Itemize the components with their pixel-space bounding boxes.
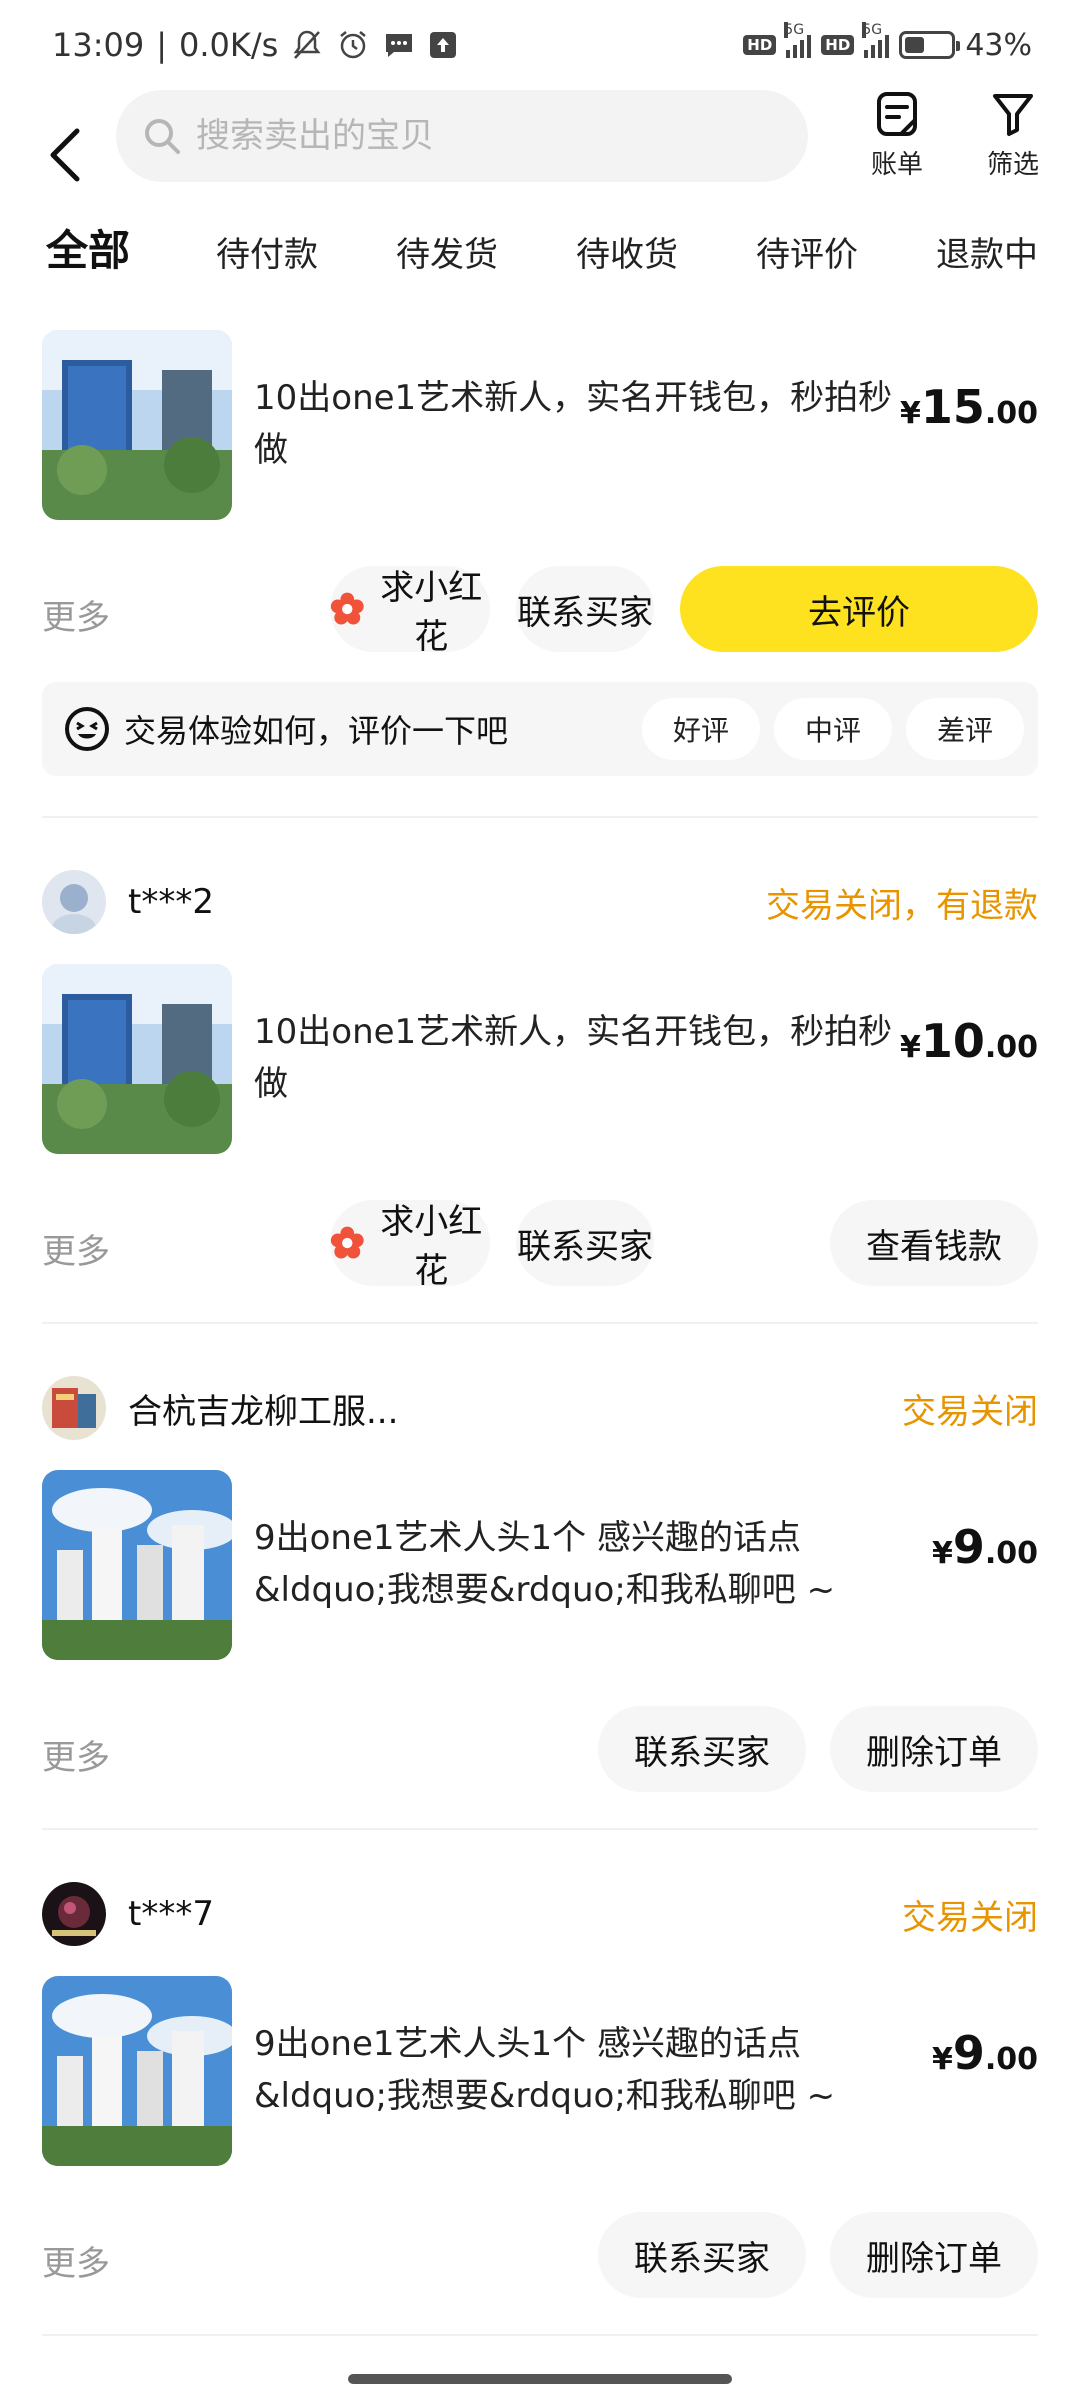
signal-icon: 5G [862, 22, 890, 58]
item-price: ¥9.00 [931, 2026, 1038, 2080]
back-button[interactable] [40, 110, 90, 200]
seller-row[interactable]: 合杭吉龙柳工服... 交易关闭 [42, 1376, 1038, 1440]
battery-percent: 43% [965, 27, 1032, 63]
status-separator: | [156, 26, 167, 64]
seller-name: t***2 [128, 882, 214, 922]
order-item[interactable]: 9出one1艺术人头1个 感兴趣的话点&ldquo;我想要&rdquo;和我私聊… [42, 1976, 1038, 2166]
product-thumbnail [42, 964, 232, 1154]
signal-icon: 5G [784, 22, 812, 58]
filter-icon [993, 94, 1033, 136]
tab-all[interactable]: 全部 [44, 217, 133, 278]
avatar [42, 1376, 106, 1440]
search-icon [145, 119, 180, 154]
order-divider [42, 1828, 1038, 1830]
header: 账单 筛选 [0, 90, 1080, 220]
more-button[interactable]: 更多 [42, 2236, 110, 2285]
item-title: 9出one1艺术人头1个 感兴趣的话点&ldquo;我想要&rdquo;和我私聊… [254, 1518, 836, 1610]
order-status: 交易关闭 [902, 1391, 1038, 1432]
filter-label: 筛选 [986, 150, 1039, 180]
review-neutral-button[interactable]: 中评 [774, 698, 892, 760]
network-speed: 0.0K/s [179, 26, 279, 64]
order-tabs: 全部 待付款 待发货 待收货 待评价 退款中 [0, 205, 1080, 295]
order-divider [42, 816, 1038, 818]
order-status: 交易关闭，有退款 [766, 885, 1038, 926]
tab-pending-shipment[interactable]: 待发货 [396, 227, 498, 276]
alarm-icon [336, 28, 370, 62]
order-actions: 更多 求小红花 联系买家 查看钱款 [42, 1200, 1038, 1291]
status-bar: 13:09 | 0.0K/s HD 5G HD 5G 43% [0, 0, 1080, 90]
battery-icon [899, 31, 961, 59]
tab-refunding[interactable]: 退款中 [936, 227, 1038, 276]
order-item[interactable]: 10出one1艺术新人，实名开钱包，秒拍秒做 ¥15.00 [42, 330, 1038, 520]
item-title: 10出one1艺术新人，实名开钱包，秒拍秒做 [254, 1012, 893, 1104]
flower-icon [330, 592, 364, 625]
bill-icon [877, 92, 917, 136]
contact-buyer-button[interactable]: 联系买家 [516, 566, 654, 652]
hd-badge: HD [821, 35, 855, 55]
request-flower-button[interactable]: 求小红花 [330, 1200, 490, 1291]
avatar [42, 870, 106, 934]
order-actions: 更多 联系买家 删除订单 [42, 1706, 1038, 1792]
request-flower-button[interactable]: 求小红花 [330, 566, 490, 657]
home-indicator[interactable] [348, 2374, 732, 2384]
battery-fill [905, 37, 925, 53]
delete-order-button[interactable]: 删除订单 [830, 1706, 1038, 1792]
view-funds-button[interactable]: 查看钱款 [830, 1200, 1038, 1286]
review-prompt-bar: 交易体验如何，评价一下吧 好评 中评 差评 [42, 682, 1038, 776]
smiley-icon [65, 707, 109, 751]
item-title: 10出one1艺术新人，实名开钱包，秒拍秒做 [254, 378, 893, 470]
item-title: 9出one1艺术人头1个 感兴趣的话点&ldquo;我想要&rdquo;和我私聊… [254, 2024, 836, 2116]
go-review-button[interactable]: 去评价 [680, 566, 1038, 652]
button-label: 求小红花 [380, 1202, 483, 1291]
review-bad-button[interactable]: 差评 [906, 698, 1024, 760]
search-input[interactable] [196, 116, 756, 156]
product-thumbnail [42, 1976, 232, 2166]
more-button[interactable]: 更多 [42, 590, 110, 639]
product-thumbnail [42, 330, 232, 520]
item-price: ¥9.00 [931, 1520, 1038, 1574]
seller-name: t***7 [128, 1894, 214, 1934]
contact-buyer-button[interactable]: 联系买家 [516, 1200, 654, 1286]
delete-order-button[interactable]: 删除订单 [830, 2212, 1038, 2298]
search-bar[interactable] [116, 90, 808, 182]
item-price: ¥10.00 [899, 1014, 1038, 1068]
flower-icon [330, 1226, 364, 1259]
product-thumbnail [42, 1470, 232, 1660]
more-button[interactable]: 更多 [42, 1730, 110, 1779]
hd-badge: HD [743, 35, 777, 55]
tab-pending-payment[interactable]: 待付款 [216, 227, 318, 276]
bill-label: 账单 [870, 150, 923, 180]
tab-pending-receipt[interactable]: 待收货 [576, 227, 678, 276]
mute-icon [290, 28, 324, 62]
review-prompt-text: 交易体验如何，评价一下吧 [124, 712, 509, 750]
order-actions: 更多 求小红花 联系买家 去评价 [42, 566, 1038, 657]
order-divider [42, 1322, 1038, 1324]
avatar [42, 1882, 106, 1946]
order-status: 交易关闭 [902, 1897, 1038, 1938]
seller-name: 合杭吉龙柳工服... [128, 1391, 399, 1432]
more-button[interactable]: 更多 [42, 1224, 110, 1273]
order-divider [42, 2334, 1038, 2336]
upload-icon [428, 30, 458, 60]
contact-buyer-button[interactable]: 联系买家 [598, 1706, 806, 1792]
order-item[interactable]: 9出one1艺术人头1个 感兴趣的话点&ldquo;我想要&rdquo;和我私聊… [42, 1470, 1038, 1660]
filter-button[interactable]: 筛选 [968, 90, 1058, 181]
review-good-button[interactable]: 好评 [642, 698, 760, 760]
contact-buyer-button[interactable]: 联系买家 [598, 2212, 806, 2298]
tab-label: 全部 [46, 226, 131, 275]
status-time: 13:09 [52, 26, 145, 64]
button-label: 求小红花 [380, 568, 483, 657]
back-arrow-icon [50, 128, 80, 182]
seller-row[interactable]: t***2 交易关闭，有退款 [42, 870, 1038, 934]
order-item[interactable]: 10出one1艺术新人，实名开钱包，秒拍秒做 ¥10.00 [42, 964, 1038, 1154]
tab-pending-review[interactable]: 待评价 [756, 227, 858, 276]
seller-row[interactable]: t***7 交易关闭 [42, 1882, 1038, 1946]
message-icon [382, 28, 416, 62]
bill-button[interactable]: 账单 [852, 90, 942, 181]
item-price: ¥15.00 [899, 380, 1038, 434]
order-actions: 更多 联系买家 删除订单 [42, 2212, 1038, 2298]
